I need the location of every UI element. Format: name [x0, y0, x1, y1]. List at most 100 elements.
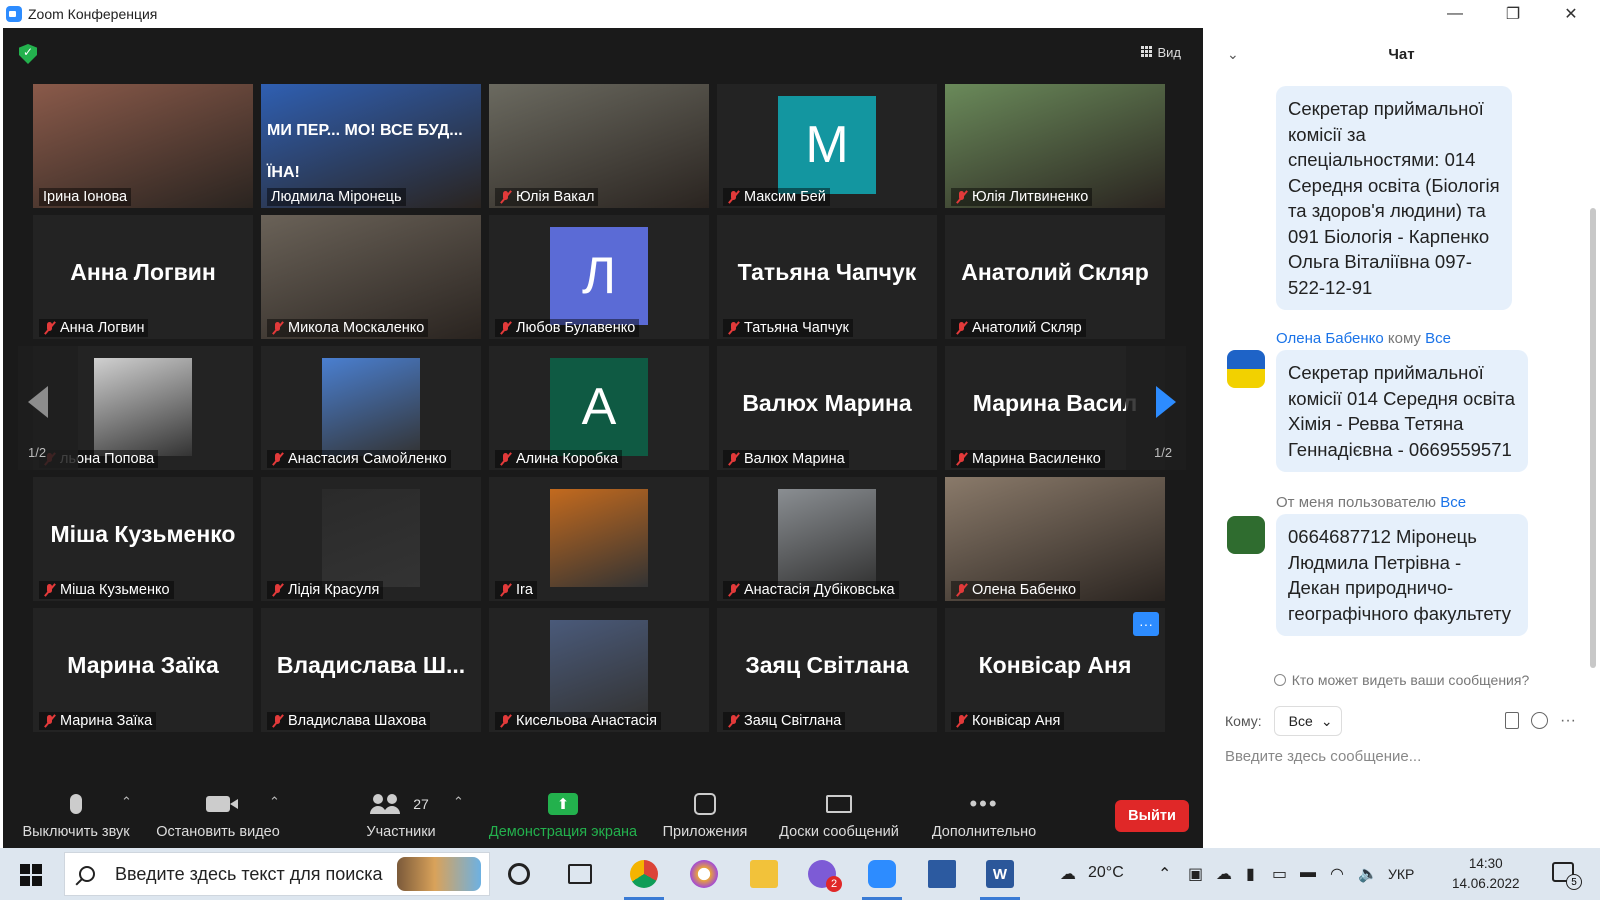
- avatar: [322, 489, 420, 587]
- previous-page-button[interactable]: 1/2: [18, 346, 78, 470]
- muted-mic-icon: [955, 321, 969, 335]
- leave-button[interactable]: Выйти: [1115, 800, 1189, 832]
- view-button[interactable]: Вид: [1135, 40, 1187, 64]
- chevron-up-icon[interactable]: ⌃: [1158, 864, 1171, 884]
- participant-label: Олена Бабенко: [951, 581, 1081, 599]
- tile-more-button[interactable]: ···: [1133, 612, 1159, 636]
- muted-mic-icon: [499, 452, 513, 466]
- participant-tile[interactable]: Л Любов Булавенко: [489, 215, 709, 339]
- viber-badge: 2: [826, 876, 842, 892]
- taskbar-search-input[interactable]: Введите здесь текст для поиска: [64, 852, 490, 896]
- next-page-button[interactable]: 1/2: [1126, 346, 1186, 470]
- participant-name: Анна Логвин: [60, 320, 145, 336]
- participant-tile[interactable]: Марина Заїка Марина Заїка: [33, 608, 253, 732]
- participant-tile[interactable]: А Алина Коробка: [489, 346, 709, 470]
- windows-start-icon[interactable]: [20, 864, 42, 886]
- clock[interactable]: 14:30 14.06.2022: [1452, 854, 1520, 894]
- microphone-tray-icon[interactable]: ▮: [1246, 864, 1255, 884]
- who-can-see-label: Кто может видеть ваши сообщения?: [1291, 672, 1530, 688]
- participant-tile[interactable]: М Максим Бей: [717, 84, 937, 208]
- participants-options-caret[interactable]: ⌃: [453, 794, 464, 810]
- participants-button[interactable]: 27 Участники: [349, 786, 453, 848]
- participant-tile[interactable]: Лідія Красуля: [261, 477, 481, 601]
- cortana-icon[interactable]: [508, 863, 530, 885]
- share-screen-button[interactable]: ⬆ Демонстрация экрана: [483, 786, 643, 848]
- file-icon[interactable]: [1505, 712, 1520, 729]
- participant-tile[interactable]: Конвісар Аня ··· Конвісар Аня: [945, 608, 1165, 732]
- chat-message-input[interactable]: Введите здесь сообщение...: [1225, 748, 1421, 765]
- chrome-icon[interactable]: [630, 860, 658, 888]
- participant-tile[interactable]: Кисельова Анастасія: [489, 608, 709, 732]
- video-banner-text: МИ ПЕР... МО! ВСЕ БУД... ЇНА!: [267, 122, 463, 181]
- participant-tile[interactable]: Заяц Світлана Заяц Світлана: [717, 608, 937, 732]
- who-can-see-messages[interactable]: Кто может видеть ваши сообщения?: [1203, 672, 1600, 688]
- participant-tile[interactable]: Ірина Іонова: [33, 84, 253, 208]
- file-explorer-icon[interactable]: [750, 860, 778, 888]
- stop-video-button[interactable]: Остановить видео: [149, 786, 287, 848]
- participant-tile[interactable]: Юлія Литвиненко: [945, 84, 1165, 208]
- participant-name: Валюх Марина: [744, 451, 845, 467]
- participant-label: Марина Заїка: [39, 712, 157, 730]
- participant-display-name: Валюх Марина: [742, 390, 912, 416]
- participant-tile[interactable]: Татьяна Чапчук Татьяна Чапчук: [717, 215, 937, 339]
- more-options-icon[interactable]: ···: [1560, 712, 1576, 730]
- window-titlebar: Zoom Конференция — ❐ ✕: [0, 0, 1600, 28]
- message-recipient[interactable]: Все: [1425, 330, 1451, 347]
- participant-label: Конвісар Аня: [951, 712, 1065, 730]
- minimize-button[interactable]: —: [1426, 0, 1484, 28]
- volume-icon[interactable]: 🔈: [1358, 864, 1378, 884]
- display-icon[interactable]: ▭: [1272, 864, 1287, 884]
- apps-button[interactable]: Приложения: [657, 786, 753, 848]
- more-button[interactable]: ••• Дополнительно: [925, 786, 1043, 848]
- avatar: [550, 620, 648, 718]
- participant-tile[interactable]: Владислава Ш... Владислава Шахова: [261, 608, 481, 732]
- chat-scrollbar[interactable]: [1590, 208, 1596, 668]
- participant-name: Анастасия Самойленко: [288, 451, 447, 467]
- temperature[interactable]: 20°C: [1088, 864, 1124, 882]
- participant-name: Татьяна Чапчук: [744, 320, 849, 336]
- battery-icon[interactable]: ▬: [1300, 864, 1316, 882]
- participant-tile[interactable]: Олена Бабенко: [945, 477, 1165, 601]
- zoom-taskbar-icon[interactable]: [868, 860, 896, 888]
- restore-button[interactable]: ❐: [1484, 0, 1542, 28]
- audio-options-caret[interactable]: ⌃: [121, 794, 132, 810]
- avatar: [778, 489, 876, 587]
- participant-tile[interactable]: Анастасія Дубіковська: [717, 477, 937, 601]
- close-button[interactable]: ✕: [1542, 0, 1600, 28]
- save-icon[interactable]: [928, 860, 956, 888]
- participant-tile[interactable]: Микола Москаленко: [261, 215, 481, 339]
- camera-icon: [206, 796, 238, 812]
- participant-display-name: Міша Кузьменко: [50, 521, 236, 547]
- yandex-browser-icon[interactable]: [690, 860, 718, 888]
- encryption-shield-icon[interactable]: [19, 44, 37, 64]
- video-options-caret[interactable]: ⌃: [269, 794, 280, 810]
- message-recipient[interactable]: Все: [1440, 494, 1466, 511]
- muted-mic-icon: [43, 714, 57, 728]
- avatar: А: [550, 358, 648, 456]
- participant-tile[interactable]: Ira: [489, 477, 709, 601]
- wifi-icon[interactable]: ◠: [1330, 864, 1344, 884]
- weather-cloud-icon[interactable]: ☁: [1060, 864, 1076, 884]
- participant-tile[interactable]: Анастасия Самойленко: [261, 346, 481, 470]
- task-view-icon[interactable]: [568, 864, 592, 884]
- network-device-icon[interactable]: ▣: [1188, 864, 1203, 884]
- participant-tile[interactable]: МИ ПЕР... МО! ВСЕ БУД... ЇНА! Людмила Мір…: [261, 84, 481, 208]
- participant-label: Ірина Іонова: [39, 188, 132, 206]
- window-title: Zoom Конференция: [28, 6, 158, 22]
- recipient-select[interactable]: Все ⌄: [1273, 706, 1342, 736]
- viber-icon[interactable]: 2: [808, 860, 842, 892]
- emoji-icon[interactable]: [1531, 712, 1549, 729]
- whiteboards-label: Доски сообщений: [779, 824, 899, 840]
- notification-icon[interactable]: 5: [1552, 862, 1582, 890]
- message-sender[interactable]: Олена Бабенко: [1276, 330, 1384, 347]
- language-indicator[interactable]: УКР: [1388, 866, 1414, 882]
- participant-tile[interactable]: Анна Логвин Анна Логвин: [33, 215, 253, 339]
- onedrive-icon[interactable]: ☁: [1216, 864, 1232, 884]
- participant-tile[interactable]: Валюх Марина Валюх Марина: [717, 346, 937, 470]
- word-icon[interactable]: W: [986, 860, 1014, 888]
- participant-label: Людмила Міронець: [267, 188, 406, 206]
- participant-tile[interactable]: Юлія Вакал: [489, 84, 709, 208]
- participant-tile[interactable]: Міша Кузьменко Міша Кузьменко: [33, 477, 253, 601]
- participant-tile[interactable]: Анатолий Скляр Анатолий Скляр: [945, 215, 1165, 339]
- whiteboards-button[interactable]: Доски сообщений: [773, 786, 905, 848]
